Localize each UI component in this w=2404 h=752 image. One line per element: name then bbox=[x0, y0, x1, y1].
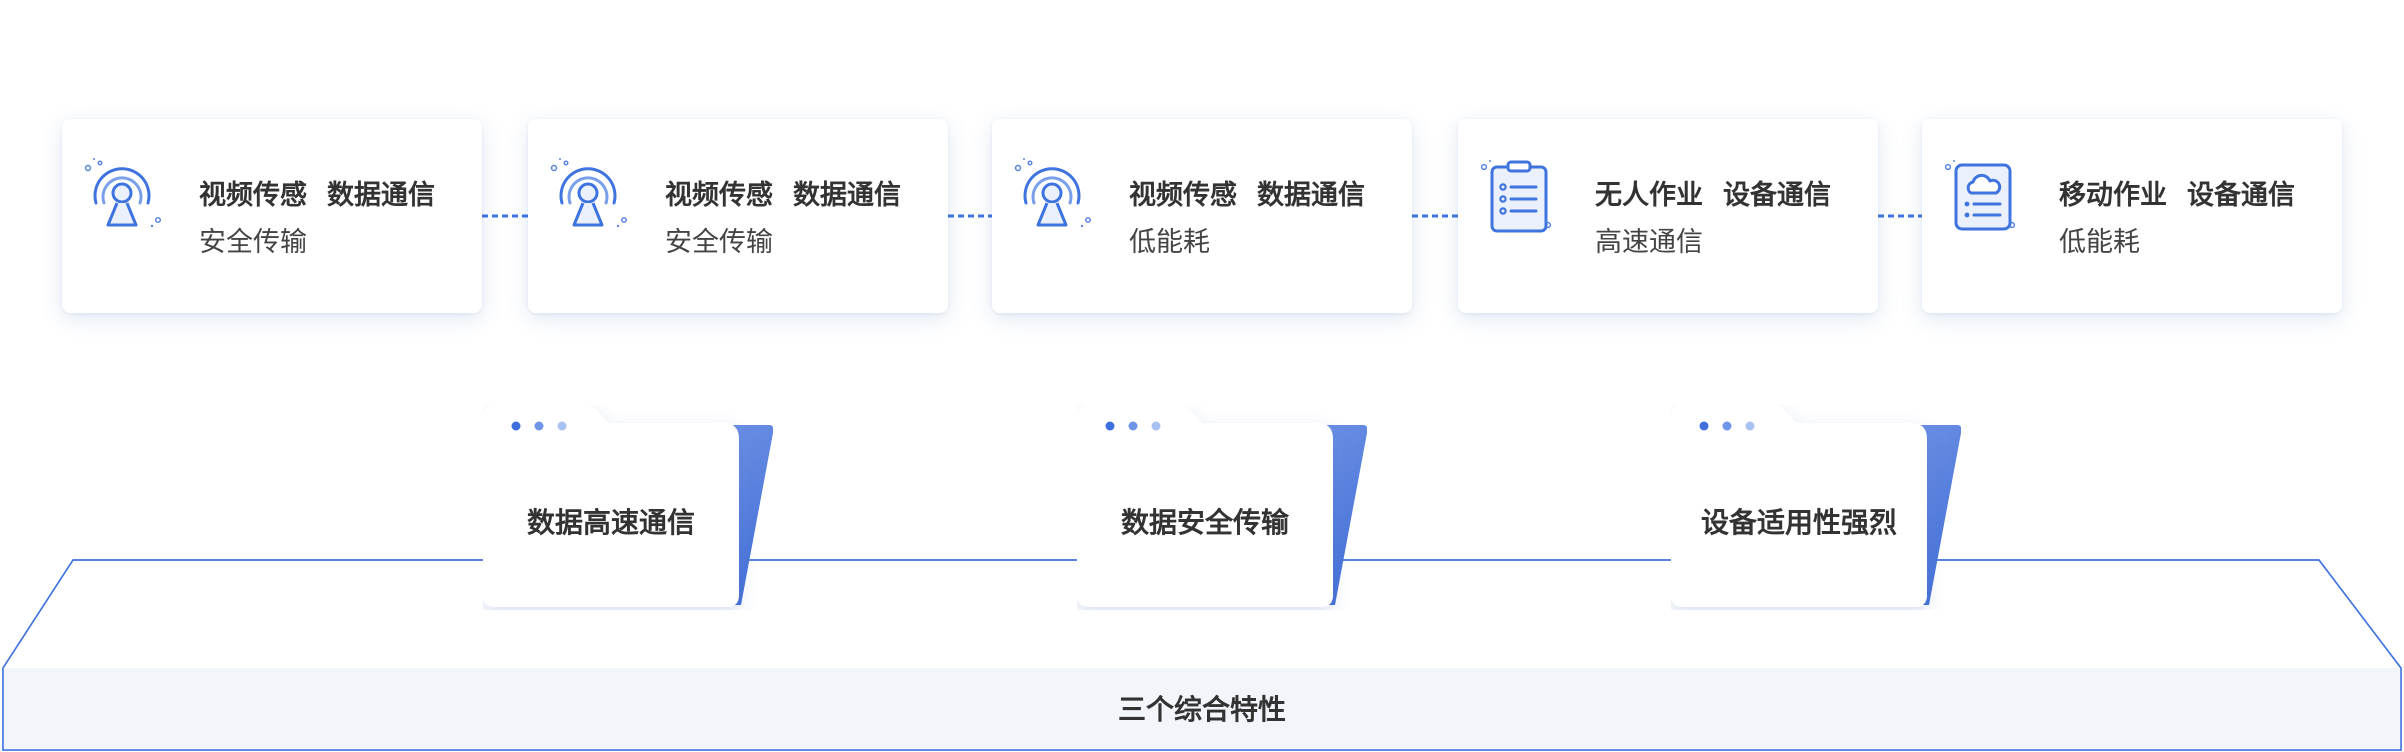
card-subtitle: 高速通信 bbox=[1595, 227, 1703, 258]
signal-tower-icon bbox=[84, 158, 162, 228]
folder-label: 设备适用性强烈 bbox=[1700, 506, 1897, 539]
card-title: 视频传感 数据通信 bbox=[665, 180, 901, 211]
card-subtitle: 安全传输 bbox=[199, 227, 307, 258]
feature-card-5: 移动作业 设备通信 低能耗 bbox=[1922, 119, 2342, 313]
card-title: 视频传感 数据通信 bbox=[199, 180, 435, 211]
feature-card-4: 无人作业 设备通信 高速通信 bbox=[1458, 119, 1878, 313]
card-title: 移动作业 设备通信 bbox=[2059, 180, 2295, 211]
folder-label: 数据高速通信 bbox=[526, 506, 695, 539]
card-subtitle: 安全传输 bbox=[665, 227, 773, 258]
card-subtitle: 低能耗 bbox=[2059, 227, 2140, 258]
card-title: 无人作业 设备通信 bbox=[1595, 180, 1831, 211]
card-subtitle: 低能耗 bbox=[1129, 227, 1210, 258]
cloud-document-icon bbox=[1944, 160, 2016, 231]
clipboard-list-icon bbox=[1480, 160, 1552, 233]
signal-tower-icon bbox=[550, 158, 628, 228]
platform-label: 三个综合特性 bbox=[1117, 693, 1286, 726]
feature-card-3: 视频传感 数据通信 低能耗 bbox=[992, 119, 1412, 313]
feature-card-1: 视频传感 数据通信 安全传输 bbox=[62, 119, 482, 313]
card-title: 视频传感 数据通信 bbox=[1129, 180, 1365, 211]
platform-diagram-background bbox=[2, 0, 2402, 751]
feature-folder-3: 设备适用性强烈 bbox=[1671, 405, 1961, 610]
signal-tower-icon bbox=[1014, 158, 1092, 228]
folder-label: 数据安全传输 bbox=[1120, 506, 1289, 539]
feature-card-2: 视频传感 数据通信 安全传输 bbox=[528, 119, 948, 313]
feature-folder-2: 数据安全传输 bbox=[1077, 405, 1367, 610]
feature-folder-1: 数据高速通信 bbox=[483, 405, 773, 610]
